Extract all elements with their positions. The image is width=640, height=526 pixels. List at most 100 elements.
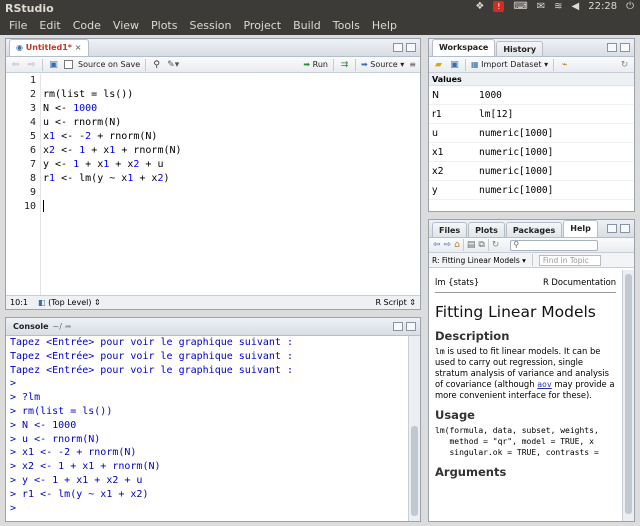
tab-plots[interactable]: Plots (468, 222, 505, 237)
source-on-save-checkbox[interactable] (64, 60, 73, 69)
keyboard-icon[interactable]: ⌨ (513, 1, 527, 12)
back-arrow-icon[interactable]: ⇦ (10, 60, 21, 70)
save-icon[interactable]: ▣ (48, 60, 59, 70)
help-search-input[interactable]: ⚲ (510, 239, 599, 251)
rerun-icon[interactable]: ⇉ (339, 60, 350, 70)
forward-arrow-icon[interactable]: ⇨ (26, 60, 37, 70)
forward-arrow-icon[interactable]: ⇨ (444, 240, 452, 250)
line-number-gutter: 1 2 3 4 5 6 7 8 9 10 (6, 74, 41, 295)
minimize-button[interactable] (607, 43, 617, 52)
numeric-literal: 1 (73, 159, 80, 170)
import-dataset-button[interactable]: ▦ Import Dataset ▾ (471, 60, 548, 69)
menu-build[interactable]: Build (287, 17, 327, 35)
back-arrow-icon[interactable]: ⇦ (433, 240, 441, 250)
wand-icon[interactable]: ✎▾ (167, 60, 179, 70)
tab-packages[interactable]: Packages (505, 222, 563, 237)
console-scrollbar[interactable] (408, 336, 420, 521)
help-pane: Files Plots Packages Help ⇦ ⇨ ⌂ ▤ ⧉ ↻ ⚲ … (428, 219, 635, 522)
update-alert-icon[interactable]: ! (493, 1, 505, 12)
workspace-row[interactable]: x2 numeric[1000] (429, 162, 634, 181)
tab-workspace[interactable]: Workspace (432, 39, 496, 56)
refresh-icon[interactable]: ↻ (619, 60, 630, 70)
menu-file[interactable]: File (3, 17, 33, 35)
close-tab-icon[interactable]: × (72, 43, 82, 52)
source-toolbar: ⇦ ⇨ ▣ Source on Save ⚲ ✎▾ ➡ Run ⇉ ➡ Sour… (6, 57, 420, 73)
console-output[interactable]: Tapez <Entrée> pour voir le graphique su… (6, 336, 408, 521)
maximize-button[interactable] (620, 224, 630, 233)
menu-plots[interactable]: Plots (145, 17, 183, 35)
menu-help[interactable]: Help (366, 17, 403, 35)
workspace-row[interactable]: y numeric[1000] (429, 181, 634, 200)
volume-icon[interactable]: ◀ (572, 1, 580, 12)
numeric-literal: 1 (103, 159, 110, 170)
line-number: 9 (29, 187, 36, 198)
menu-edit[interactable]: Edit (33, 17, 66, 35)
toolbar-separator (42, 58, 43, 71)
var-value: numeric[1000] (479, 128, 554, 139)
workspace-row[interactable]: u numeric[1000] (429, 124, 634, 143)
numeric-literal: 2 (133, 159, 140, 170)
scrollbar-thumb[interactable] (625, 274, 632, 514)
broom-icon[interactable]: ⌁ (559, 60, 570, 70)
workspace-row[interactable]: N 1000 (429, 86, 634, 105)
go-to-directory-icon[interactable]: ➦ (65, 322, 72, 331)
run-button[interactable]: ➡ Run (303, 60, 328, 69)
help-scrollbar[interactable] (622, 270, 634, 521)
function-icon: ◧ (37, 298, 49, 307)
tab-files[interactable]: Files (432, 222, 468, 237)
scope-selector[interactable]: ◧ (Top Level) ⇕ (38, 298, 101, 307)
minimize-button[interactable] (393, 322, 403, 331)
workspace-row[interactable]: x1 numeric[1000] (429, 143, 634, 162)
popout-icon[interactable]: ⧉ (478, 240, 484, 250)
maximize-button[interactable] (406, 322, 416, 331)
workspace-row[interactable]: r1 lm[12] (429, 105, 634, 124)
maximize-button[interactable] (620, 43, 630, 52)
tab-untitled1[interactable]: ◉ Untitled1* × (9, 39, 89, 56)
maximize-button[interactable] (406, 43, 416, 52)
open-folder-icon[interactable]: ▰ (433, 60, 444, 70)
console-line: Tapez <Entrée> pour voir le graphique su… (10, 364, 293, 376)
minimize-button[interactable] (607, 224, 617, 233)
source-button[interactable]: ➡ Source ▾ (361, 60, 404, 69)
file-type-selector[interactable]: R Script ⇕ (375, 298, 416, 307)
numeric-literal: 1 (49, 131, 56, 142)
console-path[interactable]: ~/ (53, 322, 62, 331)
toolbar-separator (553, 58, 555, 71)
numeric-literal: 2 (85, 131, 92, 142)
run-icon: ➡ (303, 60, 313, 69)
scrollbar-thumb[interactable] (411, 426, 418, 516)
topic-dropdown[interactable]: R: Fitting Linear Models ▾ (432, 256, 526, 265)
refresh-icon[interactable]: ↻ (492, 240, 500, 250)
print-icon[interactable]: ▤ (467, 240, 476, 250)
help-doc-label: R Documentation (542, 277, 616, 287)
clock[interactable]: 22:28 (588, 1, 617, 12)
menu-project[interactable]: Project (237, 17, 287, 35)
help-window-controls (607, 224, 630, 233)
minimize-button[interactable] (393, 43, 403, 52)
search-icon[interactable]: ⚲ (151, 60, 162, 70)
wifi-icon[interactable]: ≋ (554, 1, 562, 12)
help-content: lm {stats} R Documentation Fitting Linea… (429, 270, 622, 521)
power-icon[interactable]: ⏻ (626, 1, 634, 12)
workspace-tabstrip: Workspace History (429, 39, 634, 57)
editor-menu-icon[interactable]: ≡ (409, 60, 416, 69)
code-line: x2 <- 1 + x1 + rnorm(N) (43, 145, 182, 156)
menu-session[interactable]: Session (183, 17, 237, 35)
dropbox-icon[interactable]: ❖ (475, 1, 484, 12)
source-pane: ◉ Untitled1* × ⇦ ⇨ ▣ Source on Save ⚲ ✎▾… (5, 38, 421, 310)
find-in-topic-input[interactable]: Find in Topic (538, 254, 601, 266)
help-topic-bar: R: Fitting Linear Models ▾ Find in Topic (429, 253, 634, 268)
menu-tools[interactable]: Tools (327, 17, 366, 35)
code-editor[interactable]: 1 2 3 4 5 6 7 8 9 10 rm(list = ls()) N <… (6, 74, 420, 295)
code-line: y <- 1 + x1 + x2 + u (43, 159, 164, 170)
mail-icon[interactable]: ✉ (537, 1, 545, 12)
menu-view[interactable]: View (107, 17, 145, 35)
menu-code[interactable]: Code (67, 17, 107, 35)
save-icon[interactable]: ▣ (449, 60, 460, 70)
home-icon[interactable]: ⌂ (454, 240, 460, 250)
tab-history[interactable]: History (496, 41, 544, 56)
line-number: 2 (29, 89, 36, 100)
tab-help[interactable]: Help (563, 220, 598, 237)
code-line: u <- rnorm(N) (43, 117, 122, 128)
aov-link[interactable]: aov (537, 380, 551, 389)
